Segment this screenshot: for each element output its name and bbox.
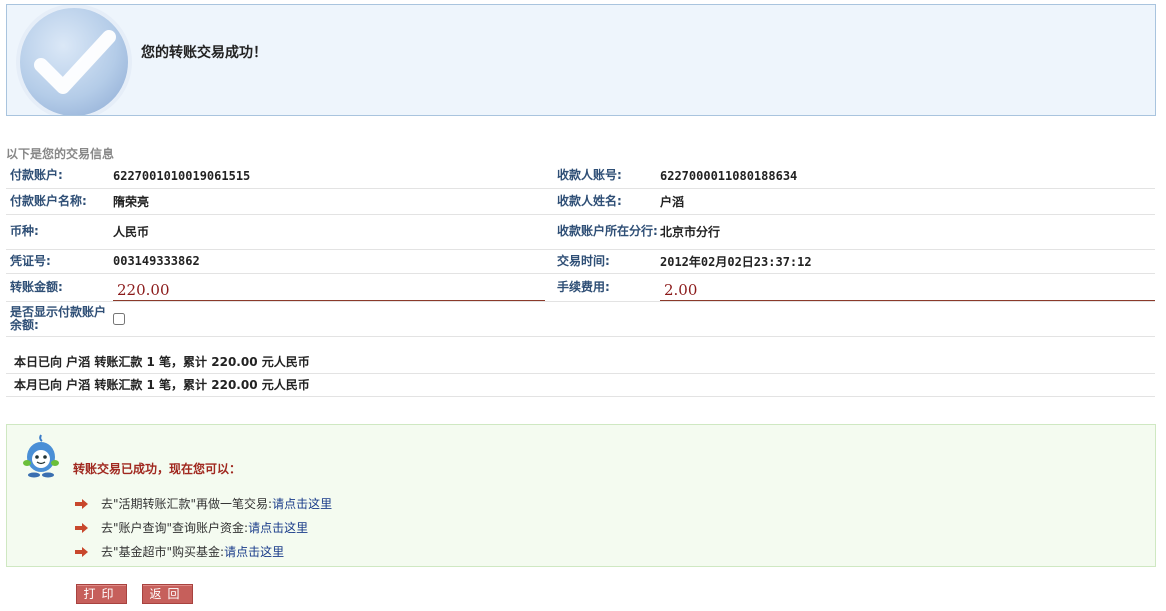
- list-item: 去"活期转账汇款"再做一笔交易:请点击这里: [75, 495, 332, 513]
- payee-account-label: 收款人账号:: [553, 164, 660, 189]
- voucher-label: 凭证号:: [6, 249, 113, 274]
- success-banner: 您的转账交易成功！: [6, 4, 1156, 116]
- next-step-text: 去"活期转账汇款"再做一笔交易:: [101, 497, 273, 511]
- payee-account-value: 6227000011080188634: [660, 164, 1155, 189]
- show-balance-label: 是否显示付款账户余额:: [6, 301, 113, 337]
- fee-value: 2.00: [660, 278, 1155, 301]
- table-row: 转账金额: 220.00 手续费用: 2.00: [6, 273, 1155, 302]
- payer-account-value: 6227001010019061515: [113, 164, 553, 189]
- back-button[interactable]: 返回: [142, 584, 193, 604]
- payee-branch-label: 收款账户所在分行:: [553, 214, 660, 250]
- show-balance-checkbox[interactable]: [113, 313, 125, 325]
- print-button[interactable]: 打印: [76, 584, 127, 604]
- table-row: 付款账户: 6227001010019061515 收款人账号: 6227000…: [6, 164, 1155, 189]
- currency-label: 币种:: [6, 214, 113, 250]
- next-step-text: 去"基金超市"购买基金:: [101, 545, 225, 559]
- transaction-info-table: 付款账户: 6227001010019061515 收款人账号: 6227000…: [6, 164, 1155, 337]
- list-item: 去"账户查询"查询账户资金:请点击这里: [75, 519, 308, 537]
- table-row: 付款账户名称: 隋荣亮 收款人姓名: 户滔: [6, 188, 1155, 215]
- fee-label: 手续费用:: [553, 273, 660, 302]
- next-step-link-account-query[interactable]: 请点击这里: [248, 521, 308, 535]
- section-title: 以下是您的交易信息: [6, 147, 115, 161]
- amount-label: 转账金额:: [6, 273, 113, 302]
- arrow-right-icon: [75, 499, 88, 509]
- success-title: 您的转账交易成功！: [141, 45, 267, 61]
- checkmark-icon: [16, 5, 132, 115]
- list-item: 去"基金超市"购买基金:请点击这里: [75, 543, 284, 561]
- next-steps-panel: 转账交易已成功，现在您可以： 去"活期转账汇款"再做一笔交易:请点击这里 去"账…: [6, 424, 1156, 567]
- payee-branch-value: 北京市分行: [660, 214, 1155, 250]
- transaction-time-label: 交易时间:: [553, 249, 660, 274]
- next-step-link-fund[interactable]: 请点击这里: [224, 545, 284, 559]
- voucher-value: 003149333862: [113, 249, 553, 274]
- payer-name-label: 付款账户名称:: [6, 188, 113, 215]
- monthly-summary: 本月已向 户滔 转账汇款 1 笔，累计 220.00 元人民币: [6, 374, 1155, 397]
- transaction-time-value: 2012年02月02日23:37:12: [660, 249, 1155, 274]
- table-row: 是否显示付款账户余额:: [6, 301, 1155, 337]
- next-step-text: 去"账户查询"查询账户资金:: [101, 521, 249, 535]
- daily-summary: 本日已向 户滔 转账汇款 1 笔，累计 220.00 元人民币: [6, 351, 1155, 374]
- next-steps-title: 转账交易已成功，现在您可以：: [73, 462, 242, 476]
- table-row: 币种: 人民币 收款账户所在分行: 北京市分行: [6, 214, 1155, 250]
- payer-account-label: 付款账户:: [6, 164, 113, 189]
- mascot-icon: [23, 434, 59, 478]
- currency-value: 人民币: [113, 214, 553, 250]
- next-step-link-transfer[interactable]: 请点击这里: [272, 497, 332, 511]
- payer-name-value: 隋荣亮: [113, 188, 553, 215]
- payee-name-value: 户滔: [660, 188, 1155, 215]
- arrow-right-icon: [75, 523, 88, 533]
- monthly-summary-text: 本月已向 户滔 转账汇款 1 笔，累计 220.00 元人民币: [14, 378, 310, 392]
- table-row: 凭证号: 003149333862 交易时间: 2012年02月02日23:37…: [6, 249, 1155, 274]
- daily-summary-text: 本日已向 户滔 转账汇款 1 笔，累计 220.00 元人民币: [14, 355, 310, 369]
- payee-name-label: 收款人姓名:: [553, 188, 660, 215]
- amount-value: 220.00: [113, 278, 545, 301]
- arrow-right-icon: [75, 547, 88, 557]
